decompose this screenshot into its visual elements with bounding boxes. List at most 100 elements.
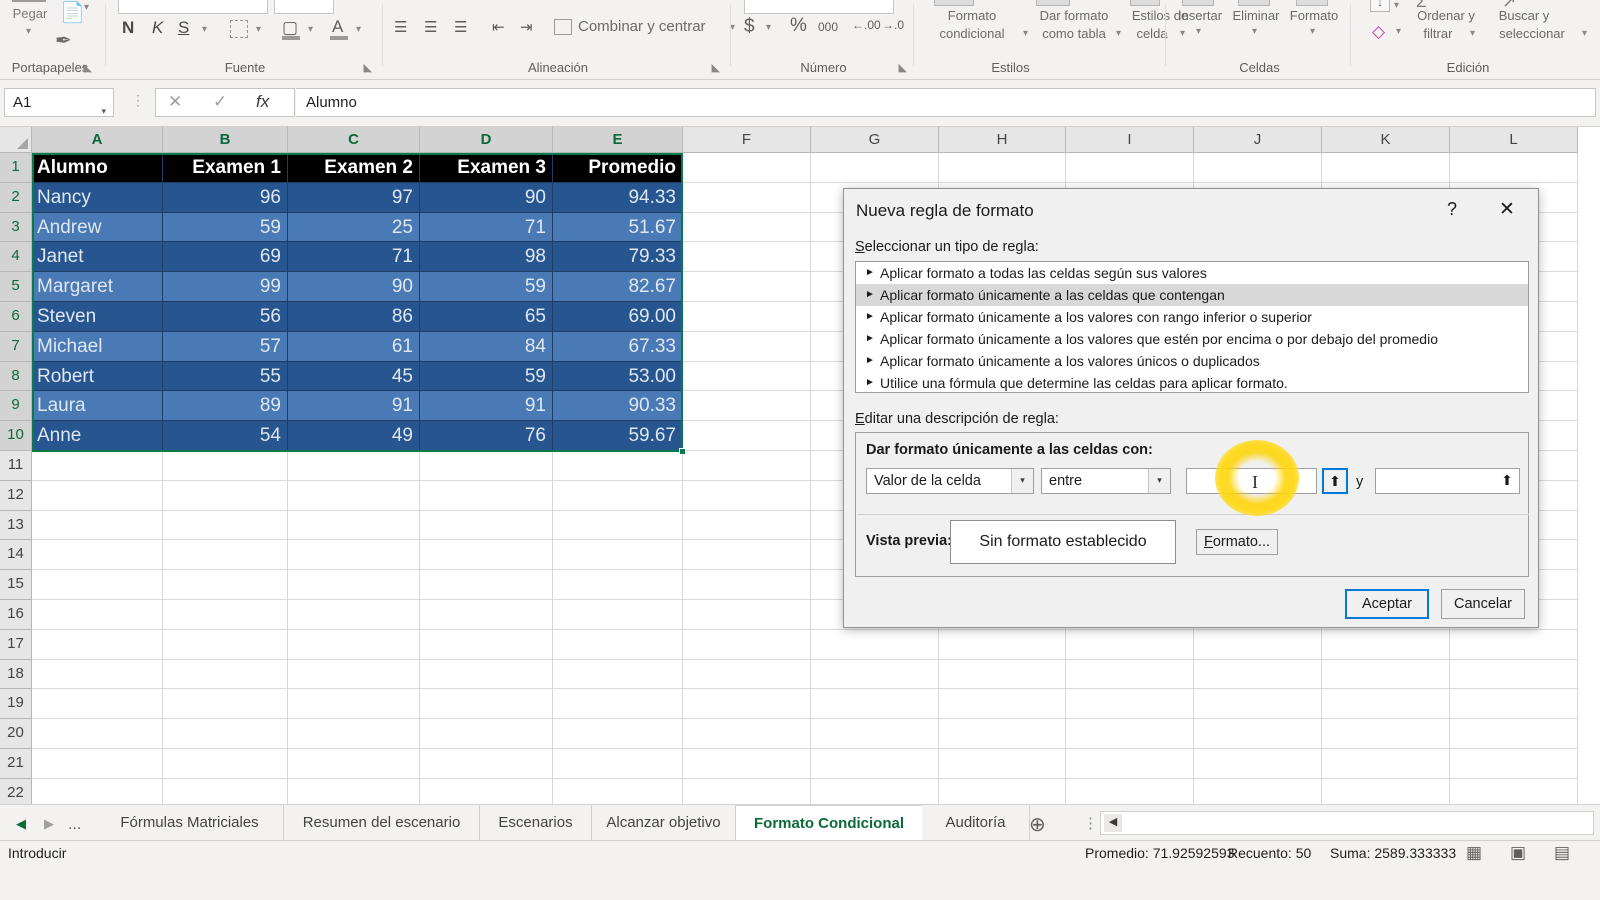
merge-cells-icon[interactable] — [554, 19, 572, 35]
column-header-C[interactable]: C — [288, 127, 420, 153]
thousands-icon[interactable]: 000 — [818, 20, 838, 34]
insert-cells-label[interactable]: Insertar — [1172, 8, 1228, 23]
cell[interactable] — [1450, 719, 1578, 749]
formula-input[interactable]: Alumno — [296, 88, 1596, 117]
sheet-tab-3[interactable]: Alcanzar objetivo — [592, 805, 736, 841]
cell[interactable] — [553, 510, 683, 541]
data-cell-examen1[interactable]: 56 — [163, 302, 288, 332]
cell[interactable] — [939, 778, 1066, 804]
data-cell-examen3[interactable]: 76 — [420, 421, 553, 451]
cell[interactable] — [32, 778, 163, 804]
ok-button[interactable]: Aceptar — [1345, 589, 1429, 619]
column-header-A[interactable]: A — [32, 127, 163, 153]
data-cell-examen1[interactable]: 99 — [163, 272, 288, 302]
data-cell-alumno[interactable]: Robert — [32, 361, 163, 392]
cell[interactable] — [811, 659, 939, 690]
header-cell[interactable]: Examen 3 — [420, 153, 553, 183]
rule-type-option-4[interactable]: Aplicar formato únicamente a los valores… — [856, 350, 1528, 372]
rule-type-option-2[interactable]: Aplicar formato únicamente a los valores… — [856, 306, 1528, 328]
row-header-5[interactable]: 5 — [0, 272, 32, 302]
merge-center-label[interactable]: Combinar y centrar — [578, 18, 706, 35]
cell[interactable] — [1450, 749, 1578, 779]
cell[interactable] — [683, 600, 811, 630]
data-cell-examen1[interactable]: 54 — [163, 421, 288, 451]
row-header-9[interactable]: 9 — [0, 391, 32, 422]
cell[interactable] — [553, 540, 683, 571]
column-header-E[interactable]: E — [553, 127, 683, 153]
cell[interactable] — [683, 182, 811, 213]
cell[interactable] — [939, 719, 1066, 749]
data-cell-alumno[interactable]: Nancy — [32, 182, 163, 213]
cell[interactable] — [420, 451, 553, 481]
align-center-icon[interactable]: ☰ — [424, 18, 437, 36]
data-cell-examen3[interactable]: 59 — [420, 361, 553, 392]
cell[interactable] — [163, 719, 288, 749]
cell[interactable] — [683, 391, 811, 422]
chevron-down-icon[interactable]: ▾ — [1116, 28, 1121, 39]
cell[interactable] — [1066, 629, 1194, 660]
row-header-11[interactable]: 11 — [0, 451, 32, 481]
data-cell-promedio[interactable]: 67.33 — [553, 331, 683, 362]
cell[interactable] — [683, 719, 811, 749]
cancel-icon[interactable]: ✕ — [168, 92, 182, 112]
sheet-tab-5[interactable]: Auditoría — [922, 805, 1030, 841]
cell[interactable] — [683, 629, 811, 660]
conditional-format-label-1[interactable]: Formato — [932, 8, 1012, 23]
cell[interactable] — [1194, 689, 1322, 720]
name-box[interactable]: A1 ▾ — [4, 88, 114, 117]
cell[interactable] — [288, 540, 420, 571]
sort-filter-label-2[interactable]: filtrar — [1408, 26, 1468, 41]
cell[interactable] — [32, 749, 163, 779]
cell[interactable] — [553, 719, 683, 749]
sheet-tab-1[interactable]: Resumen del escenario — [284, 805, 480, 841]
cell[interactable] — [1322, 778, 1450, 804]
help-icon[interactable]: ? — [1447, 199, 1457, 220]
chevron-down-icon[interactable]: ▾ — [1470, 28, 1475, 39]
scroll-tabs-left-icon[interactable]: ◀ — [16, 816, 26, 832]
bold-button[interactable]: N — [122, 18, 134, 38]
cell[interactable] — [939, 749, 1066, 779]
row-header-20[interactable]: 20 — [0, 719, 32, 749]
clear-icon[interactable]: ◇ — [1372, 22, 1385, 42]
data-cell-promedio[interactable]: 79.33 — [553, 242, 683, 273]
chevron-down-icon[interactable]: ▾ — [1252, 26, 1257, 37]
data-cell-alumno[interactable]: Andrew — [32, 212, 163, 243]
cell[interactable] — [811, 153, 939, 183]
formula-bar-grip[interactable]: ⋮ — [131, 92, 145, 109]
cell[interactable] — [163, 451, 288, 481]
cell[interactable] — [163, 600, 288, 630]
data-cell-alumno[interactable]: Margaret — [32, 272, 163, 302]
column-header-B[interactable]: B — [163, 127, 288, 153]
increase-decimal-icon[interactable]: ←.00 — [852, 18, 881, 32]
data-cell-examen2[interactable]: 25 — [288, 212, 420, 243]
cell[interactable] — [1450, 629, 1578, 660]
cell[interactable] — [1322, 659, 1450, 690]
status-average[interactable]: Promedio: 71.92592593 — [1085, 845, 1234, 861]
close-icon[interactable]: ✕ — [1499, 198, 1515, 221]
value2-range-picker-button[interactable]: ⬆ — [1494, 468, 1520, 494]
cell[interactable] — [163, 749, 288, 779]
cell[interactable] — [32, 451, 163, 481]
row-header-18[interactable]: 18 — [0, 659, 32, 690]
add-sheet-button[interactable]: ⊕ — [1029, 812, 1046, 837]
cell[interactable] — [811, 689, 939, 720]
conditional-format-label-2[interactable]: condicional — [918, 26, 1026, 41]
row-header-22[interactable]: 22 — [0, 778, 32, 804]
row-header-10[interactable]: 10 — [0, 421, 32, 451]
cell[interactable] — [683, 331, 811, 362]
data-cell-alumno[interactable]: Anne — [32, 421, 163, 451]
data-cell-examen2[interactable]: 49 — [288, 421, 420, 451]
cell[interactable] — [32, 480, 163, 511]
header-cell[interactable]: Examen 2 — [288, 153, 420, 183]
cell[interactable] — [939, 659, 1066, 690]
cell[interactable] — [32, 510, 163, 541]
data-cell-examen1[interactable]: 69 — [163, 242, 288, 273]
cell[interactable] — [288, 510, 420, 541]
data-cell-examen3[interactable]: 91 — [420, 391, 553, 422]
header-cell[interactable]: Alumno — [32, 153, 163, 183]
cell[interactable] — [683, 689, 811, 720]
cell[interactable] — [1322, 749, 1450, 779]
cell[interactable] — [163, 659, 288, 690]
value1-range-picker-button[interactable]: ⬆ — [1322, 468, 1348, 494]
cell[interactable] — [683, 451, 811, 481]
